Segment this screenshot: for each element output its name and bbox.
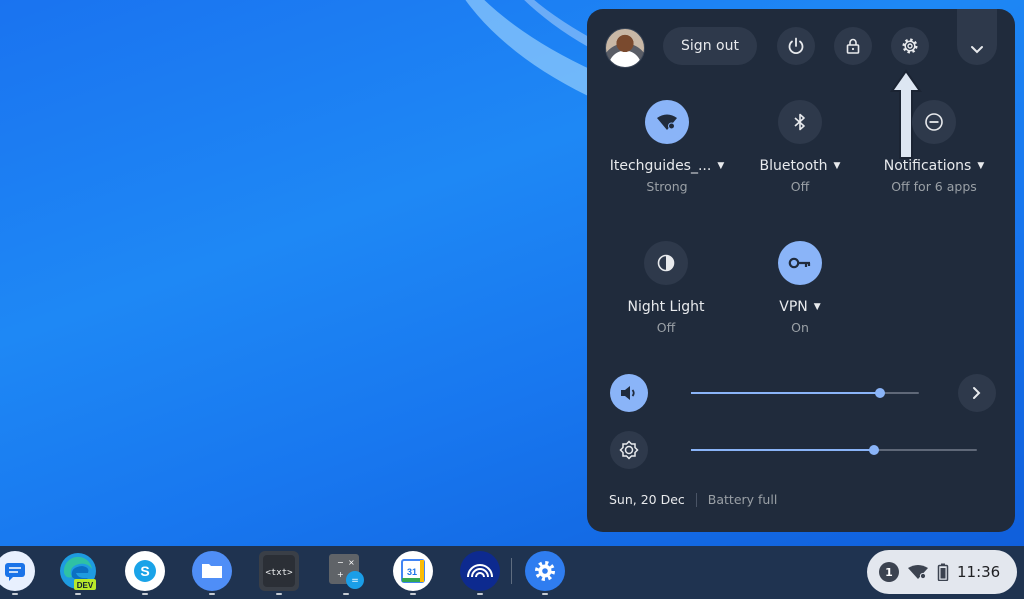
lock-button[interactable] bbox=[834, 27, 872, 65]
brightness-slider-thumb[interactable] bbox=[869, 445, 880, 455]
date-label[interactable]: Sun, 20 Dec bbox=[609, 492, 685, 507]
tile-bluetooth[interactable]: Bluetooth ▼ Off bbox=[735, 100, 865, 194]
calculator-app-icon: − × + = bbox=[329, 554, 364, 589]
text-editor-app[interactable]: <txt> bbox=[259, 551, 299, 591]
skype-app[interactable]: S bbox=[125, 551, 165, 591]
bluetooth-label[interactable]: Bluetooth ▼ bbox=[735, 158, 865, 174]
running-indicator bbox=[410, 593, 416, 595]
volume-slider[interactable] bbox=[691, 388, 919, 398]
edge-dev-app[interactable]: DEV bbox=[58, 551, 98, 591]
vpn-status: On bbox=[791, 320, 809, 335]
calendar-day-badge: 31 bbox=[407, 567, 417, 577]
battery-icon bbox=[937, 563, 949, 581]
user-avatar[interactable] bbox=[605, 28, 645, 68]
power-button[interactable] bbox=[777, 27, 815, 65]
skype-app-icon: S bbox=[134, 560, 156, 582]
brightness-icon bbox=[619, 440, 639, 460]
vpn-key-icon bbox=[788, 257, 811, 269]
do-not-disturb-icon bbox=[925, 113, 943, 131]
volume-icon bbox=[621, 386, 635, 400]
collapse-button[interactable] bbox=[957, 9, 997, 65]
svg-text:+: + bbox=[337, 570, 344, 579]
sign-out-button[interactable]: Sign out bbox=[663, 27, 757, 65]
tile-notifications[interactable]: Notifications ▼ Off for 6 apps bbox=[869, 100, 999, 194]
wifi-icon bbox=[657, 114, 677, 130]
calendar-app[interactable]: 31 bbox=[393, 551, 433, 591]
caret-down-icon: ▼ bbox=[833, 161, 841, 171]
running-indicator bbox=[542, 593, 548, 595]
night-light-icon bbox=[657, 254, 675, 272]
settings-app[interactable] bbox=[525, 551, 565, 591]
volume-slider-thumb[interactable] bbox=[875, 388, 886, 398]
notification-count-badge[interactable]: 1 bbox=[879, 562, 899, 582]
notifications-label[interactable]: Notifications ▼ bbox=[869, 158, 999, 174]
svg-text:=: = bbox=[351, 576, 359, 586]
night-light-status: Off bbox=[656, 320, 676, 335]
files-app[interactable] bbox=[192, 551, 232, 591]
lock-icon bbox=[846, 38, 860, 54]
footer-divider bbox=[695, 492, 697, 507]
running-indicator bbox=[209, 593, 215, 595]
bluetooth-status: Off bbox=[790, 179, 810, 194]
night-light-label[interactable]: Night Light bbox=[601, 299, 731, 315]
volume-mute-button[interactable] bbox=[610, 374, 648, 412]
running-indicator bbox=[75, 593, 81, 595]
network-app[interactable] bbox=[460, 551, 500, 591]
vpn-toggle[interactable] bbox=[778, 241, 822, 285]
wifi-label[interactable]: Itechguides_... ▼ bbox=[602, 158, 732, 174]
quick-settings-panel: Sign out Itechguides_... ▼ Strong Blueto… bbox=[587, 9, 1015, 532]
calendar-app-icon: 31 bbox=[401, 559, 425, 583]
clock-time: 11:36 bbox=[957, 563, 1001, 581]
calculator-app[interactable]: − × + = bbox=[326, 551, 366, 591]
dev-badge: DEV bbox=[77, 581, 94, 590]
brightness-slider-fill bbox=[691, 449, 875, 451]
bluetooth-toggle[interactable] bbox=[778, 100, 822, 144]
wifi-status: Strong bbox=[646, 179, 688, 194]
caret-down-icon: ▼ bbox=[813, 302, 821, 312]
vpn-label[interactable]: VPN ▼ bbox=[735, 299, 865, 315]
running-indicator bbox=[12, 593, 18, 595]
tile-vpn[interactable]: VPN ▼ On bbox=[735, 241, 865, 335]
network-app-icon bbox=[467, 564, 493, 578]
running-indicator bbox=[343, 593, 349, 595]
brightness-slider[interactable] bbox=[691, 445, 977, 455]
tile-wifi[interactable]: Itechguides_... ▼ Strong bbox=[602, 100, 732, 194]
chevron-right-icon bbox=[973, 387, 981, 399]
svg-text:×: × bbox=[348, 558, 355, 567]
quick-settings-footer: Sun, 20 Dec Battery full bbox=[609, 492, 777, 507]
wifi-icon bbox=[908, 565, 928, 580]
svg-text:S: S bbox=[140, 563, 149, 579]
notifications-toggle[interactable] bbox=[912, 100, 956, 144]
notifications-status: Off for 6 apps bbox=[891, 179, 977, 194]
volume-slider-fill bbox=[691, 392, 881, 394]
night-light-toggle[interactable] bbox=[644, 241, 688, 285]
chevron-down-icon bbox=[971, 46, 983, 54]
caret-down-icon: ▼ bbox=[717, 161, 725, 171]
power-icon bbox=[788, 37, 804, 55]
running-indicator bbox=[276, 593, 282, 595]
settings-button[interactable] bbox=[891, 27, 929, 65]
caret-down-icon: ▼ bbox=[977, 161, 985, 171]
settings-app-icon bbox=[535, 561, 555, 581]
text-editor-app-icon: <txt> bbox=[263, 555, 295, 587]
audio-settings-button[interactable] bbox=[958, 374, 996, 412]
gear-icon bbox=[902, 38, 918, 54]
bluetooth-icon bbox=[794, 113, 805, 131]
svg-text:−: − bbox=[337, 558, 344, 567]
wifi-toggle[interactable] bbox=[645, 100, 689, 144]
messages-app-icon bbox=[5, 563, 25, 581]
running-indicator bbox=[142, 593, 148, 595]
brightness-button bbox=[610, 431, 648, 469]
folder-icon bbox=[202, 564, 222, 578]
status-tray[interactable]: 1 11:36 bbox=[867, 550, 1017, 594]
txt-badge: <txt> bbox=[265, 568, 293, 578]
edge-dev-app-icon: DEV bbox=[60, 553, 96, 590]
tile-night-light[interactable]: Night Light Off bbox=[601, 241, 731, 335]
shelf-divider bbox=[511, 558, 512, 584]
running-indicator bbox=[477, 593, 483, 595]
battery-status-label: Battery full bbox=[707, 492, 778, 507]
